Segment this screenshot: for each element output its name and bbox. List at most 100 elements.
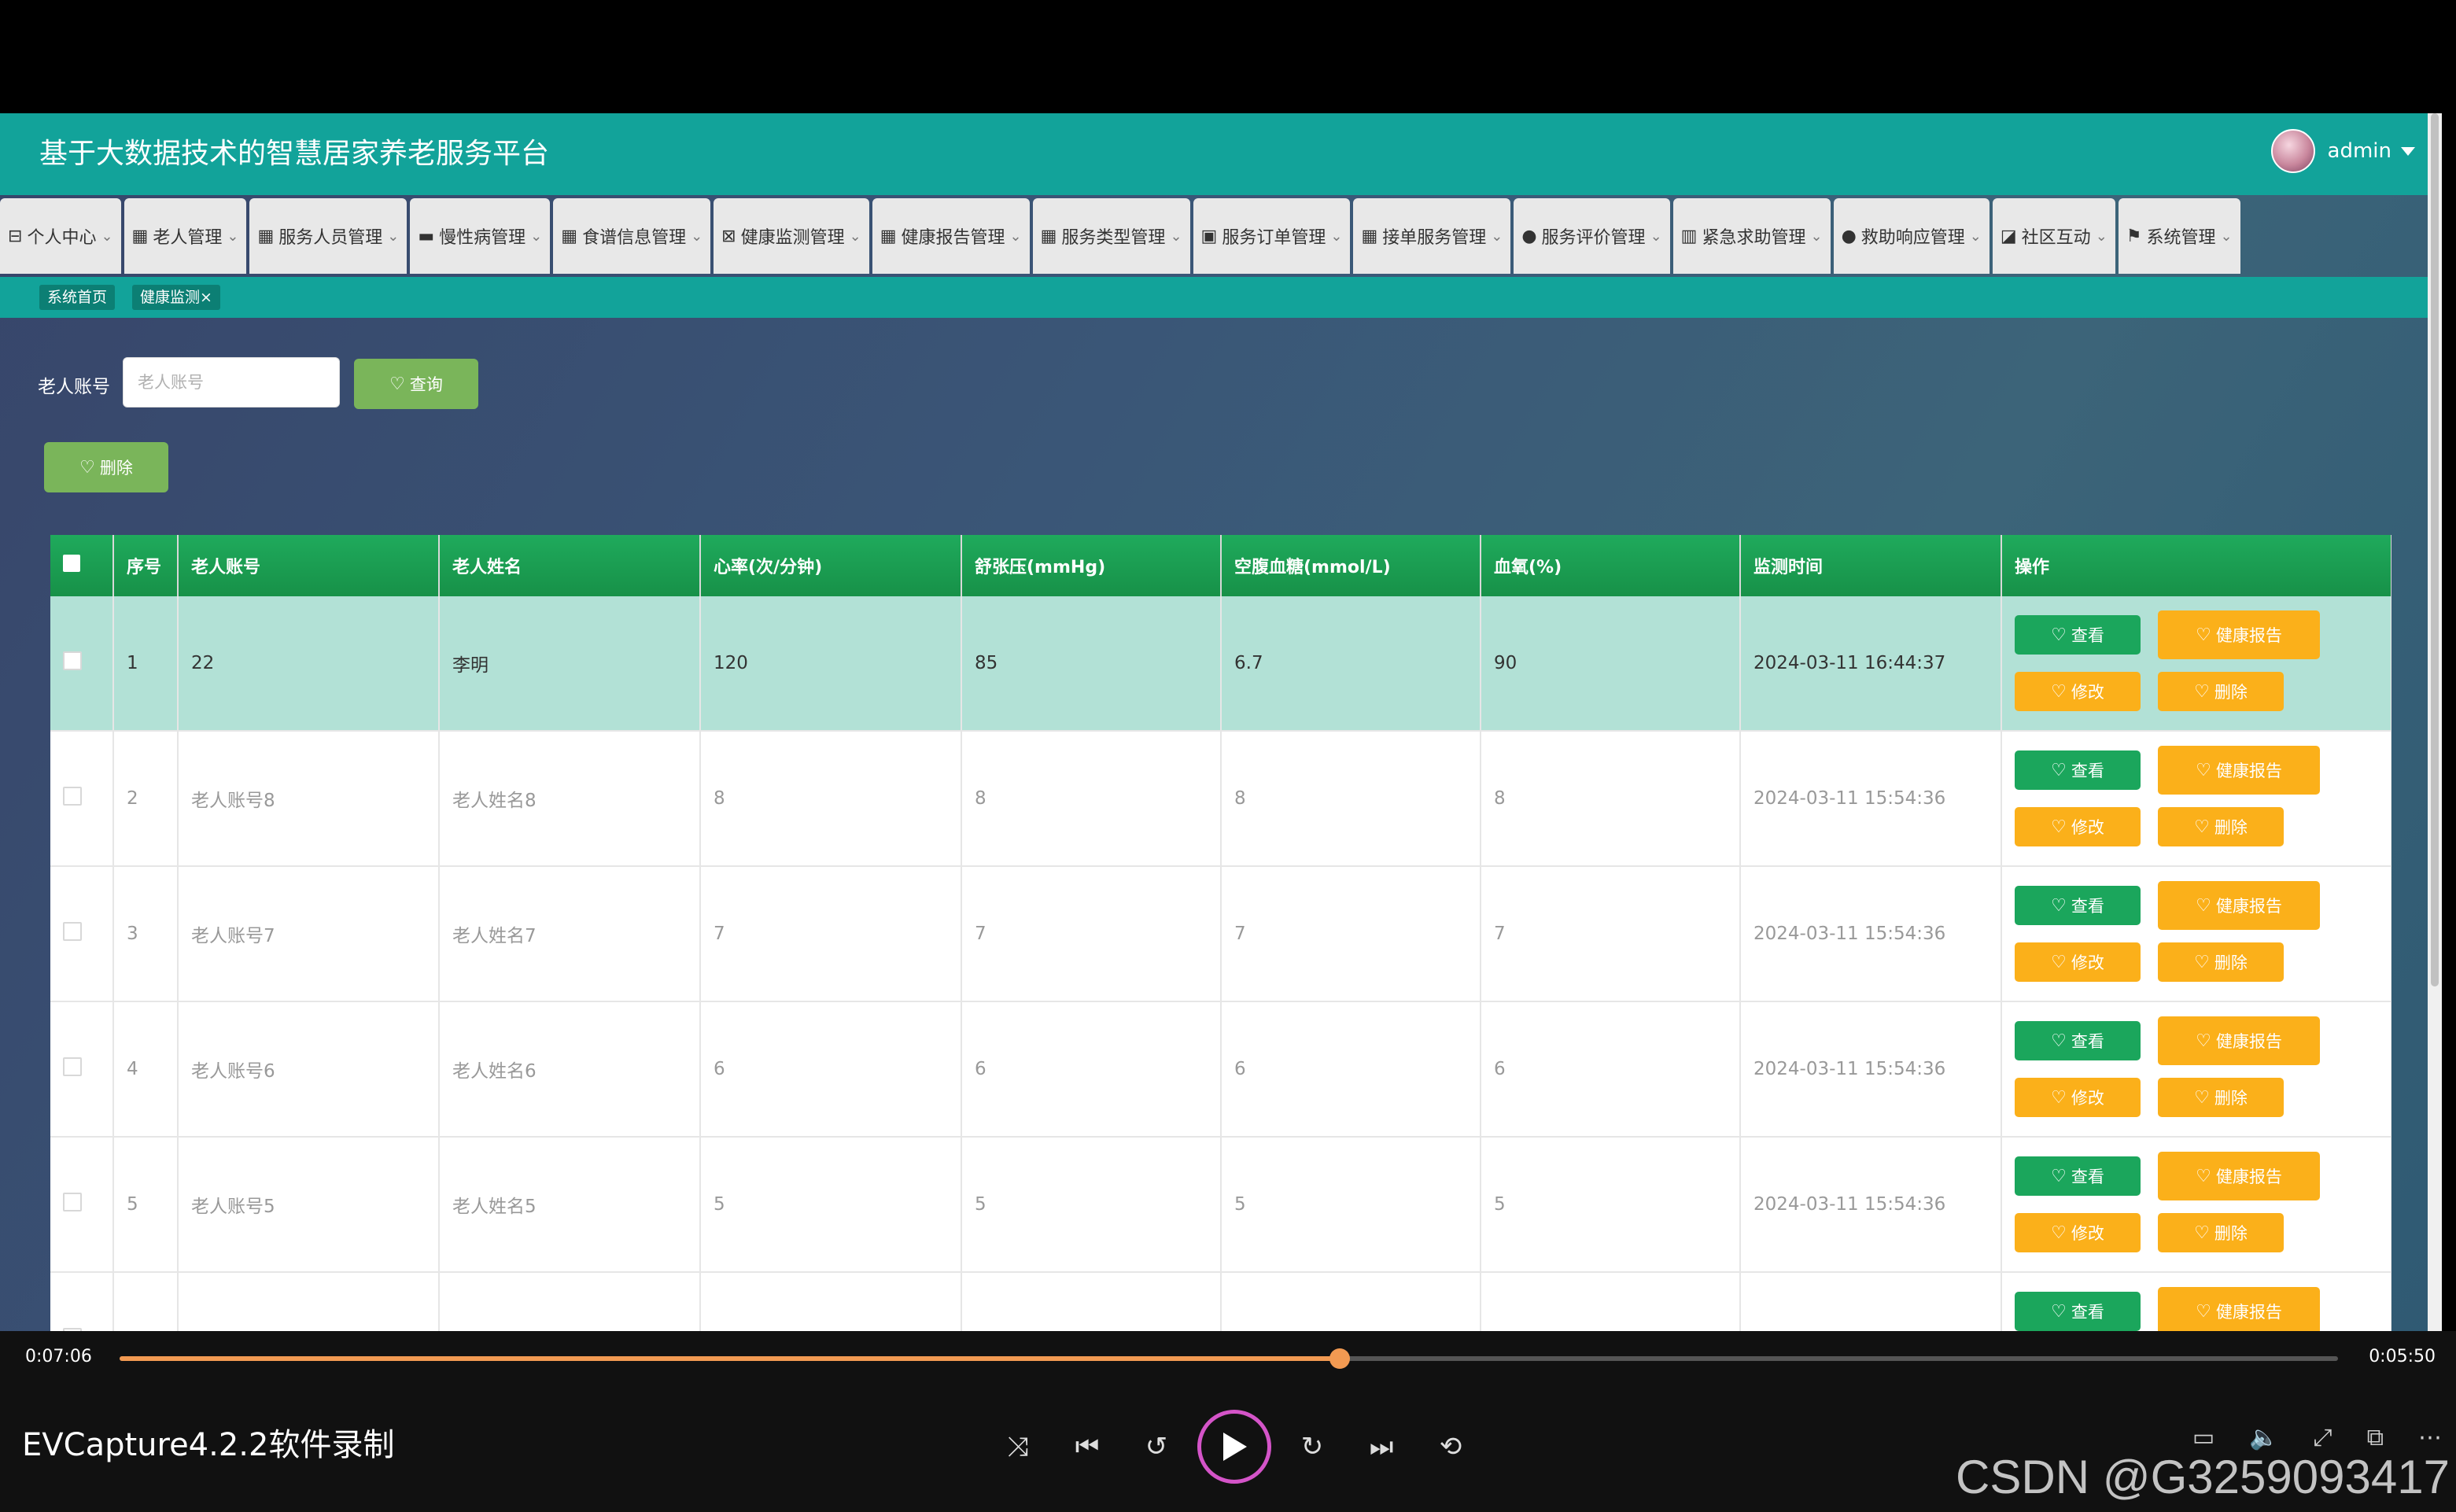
- row-checkbox[interactable]: [63, 651, 82, 670]
- menu-item-4[interactable]: ▦ 食谱信息管理 ⌄: [553, 198, 711, 274]
- menu-item-13[interactable]: ◪ 社区互动 ⌄: [1992, 198, 2115, 274]
- heart-icon: ♡: [79, 457, 95, 478]
- next-icon[interactable]: ⏭: [1347, 1412, 1416, 1481]
- forward-30-icon[interactable]: ↻: [1278, 1412, 1347, 1481]
- chevron-down-icon: ⌄: [1491, 227, 1503, 245]
- table-cell: 2024-03-11 16:44:37: [1740, 596, 2002, 732]
- menu-icon: ⊟: [8, 226, 23, 246]
- more-icon[interactable]: ⋯: [2418, 1424, 2442, 1451]
- view-label: 查看: [2071, 762, 2104, 780]
- table-row[interactable]: 6老人账号4老人姓名444442024-03-11 15:54:36♡查看♡健康…: [50, 1272, 2391, 1331]
- view-label: 查看: [2071, 1032, 2104, 1051]
- view-button[interactable]: ♡ 查看: [2015, 1156, 2141, 1196]
- edit-button[interactable]: ♡ 修改: [2015, 672, 2141, 711]
- menu-item-12[interactable]: ● 救助响应管理 ⌄: [1833, 198, 1990, 274]
- edit-button[interactable]: ♡ 修改: [2015, 1213, 2141, 1252]
- tab-health-monitor[interactable]: 健康监测×: [132, 285, 220, 310]
- health-report-button[interactable]: ♡ 健康报告: [2158, 881, 2320, 930]
- report-label: 健康报告: [2215, 1032, 2282, 1051]
- menu-item-11[interactable]: ▥ 紧急求助管理 ⌄: [1672, 198, 1831, 274]
- table-row[interactable]: 1 22 李明 120 85 6.7 90 2024-03-11 16:44:37 ♡ 查看 ♡ 健康…: [50, 596, 2391, 732]
- close-icon[interactable]: ×: [200, 289, 212, 306]
- delete-button[interactable]: ♡ 删除: [2158, 672, 2284, 711]
- table-row[interactable]: 3 老人账号7 老人姓名7 7 7 7 7 2024-03-11 15:54:36 ♡ 查看 ♡ 健康…: [50, 866, 2391, 1002]
- heart-icon: ♡: [2051, 952, 2067, 972]
- table-cell: 3: [113, 866, 179, 1002]
- column-header: 血氧(%): [1481, 535, 1741, 596]
- menu-item-9[interactable]: ▦ 接单服务管理 ⌄: [1353, 198, 1511, 274]
- chevron-down-icon: ⌄: [1650, 227, 1662, 245]
- view-button[interactable]: ♡ 查看: [2015, 615, 2141, 655]
- rewind-10-icon[interactable]: ↺: [1122, 1412, 1191, 1481]
- table-cell: 7: [1481, 866, 1741, 1002]
- row-checkbox[interactable]: [63, 787, 82, 806]
- menu-item-7[interactable]: ▦ 服务类型管理 ⌄: [1032, 198, 1190, 274]
- batch-delete-button[interactable]: ♡ 删除: [44, 442, 168, 492]
- edit-button[interactable]: ♡ 修改: [2015, 1078, 2141, 1117]
- menu-icon: ▦: [880, 226, 897, 246]
- scrollbar[interactable]: [2428, 113, 2442, 1331]
- view-button[interactable]: ♡ 查看: [2015, 750, 2141, 790]
- table-row[interactable]: 5 老人账号5 老人姓名5 5 5 5 5 2024-03-11 15:54:36 ♡ 查看 ♡ 健康…: [50, 1137, 2391, 1273]
- chevron-down-icon: ⌄: [387, 227, 400, 245]
- progress-knob[interactable]: [1329, 1348, 1350, 1369]
- row-select-cell: [50, 1272, 114, 1331]
- menu-item-1[interactable]: ▦ 老人管理 ⌄: [124, 198, 247, 274]
- row-checkbox[interactable]: [63, 1057, 82, 1076]
- query-button[interactable]: ♡ 查询: [354, 359, 478, 409]
- view-button[interactable]: ♡ 查看: [2015, 1021, 2141, 1060]
- shuffle-icon[interactable]: ⤨: [983, 1412, 1053, 1481]
- avatar[interactable]: [2270, 129, 2315, 173]
- table-cell: 4: [113, 1001, 179, 1138]
- select-all-checkbox[interactable]: [63, 555, 80, 572]
- fullscreen-icon[interactable]: ⤢: [2314, 1424, 2332, 1451]
- edit-button[interactable]: ♡ 修改: [2015, 807, 2141, 846]
- menu-item-2[interactable]: ▦ 服务人员管理 ⌄: [249, 198, 407, 274]
- tab-home[interactable]: 系统首页: [39, 285, 116, 310]
- view-button[interactable]: ♡ 查看: [2015, 886, 2141, 925]
- view-button[interactable]: ♡ 查看: [2015, 1292, 2141, 1331]
- row-select-cell: [50, 596, 114, 732]
- menu-item-label: 紧急求助管理: [1702, 228, 1806, 248]
- play-button[interactable]: [1197, 1410, 1271, 1484]
- search-input[interactable]: [123, 357, 340, 408]
- chevron-down-icon: ⌄: [2095, 227, 2108, 245]
- table-row[interactable]: 4 老人账号6 老人姓名6 6 6 6 6 2024-03-11 15:54:36 ♡ 查看 ♡ 健康…: [50, 1001, 2391, 1138]
- row-checkbox[interactable]: [63, 1193, 82, 1211]
- menu-item-14[interactable]: ⚑ 系统管理 ⌄: [2118, 198, 2240, 274]
- table-cell: 6: [113, 1272, 179, 1331]
- column-header: 空腹血糖(mmol/L): [1221, 535, 1481, 596]
- subtitles-icon[interactable]: ▭: [2192, 1424, 2214, 1451]
- health-report-button[interactable]: ♡ 健康报告: [2158, 1152, 2320, 1200]
- previous-icon[interactable]: ⏮: [1053, 1412, 1122, 1481]
- chevron-down-icon: ⌄: [227, 227, 239, 245]
- column-header: 序号: [113, 535, 179, 596]
- edit-button[interactable]: ♡ 修改: [2015, 942, 2141, 982]
- column-header: 老人账号: [178, 535, 440, 596]
- delete-button[interactable]: ♡ 删除: [2158, 1078, 2284, 1117]
- user-menu[interactable]: admin: [2270, 129, 2415, 173]
- table-row[interactable]: 2 老人账号8 老人姓名8 8 8 8 8 2024-03-11 15:54:36 ♡ 查看 ♡ 健康…: [50, 731, 2391, 867]
- menu-item-label: 系统管理: [2146, 228, 2216, 248]
- menu-item-3[interactable]: ▬ 慢性病管理 ⌄: [410, 198, 551, 274]
- caret-down-icon[interactable]: [2401, 146, 2415, 156]
- menu-item-0[interactable]: ⊟ 个人中心 ⌄: [0, 198, 121, 274]
- delete-button[interactable]: ♡ 删除: [2158, 1213, 2284, 1252]
- repeat-icon[interactable]: ⟲: [1416, 1412, 1485, 1481]
- row-checkbox[interactable]: [63, 922, 82, 941]
- scrollbar-thumb[interactable]: [2431, 113, 2439, 986]
- progress-track[interactable]: [120, 1348, 2338, 1369]
- health-report-button[interactable]: ♡ 健康报告: [2158, 1287, 2320, 1331]
- volume-icon[interactable]: 🔈: [2249, 1424, 2278, 1451]
- pip-icon[interactable]: ⧉: [2367, 1424, 2384, 1451]
- menu-item-8[interactable]: ▣ 服务订单管理 ⌄: [1193, 198, 1351, 274]
- menu-item-10[interactable]: ● 服务评价管理 ⌄: [1514, 198, 1670, 274]
- menu-item-5[interactable]: ⊠ 健康监测管理 ⌄: [714, 198, 869, 274]
- health-report-button[interactable]: ♡ 健康报告: [2158, 1016, 2320, 1065]
- username[interactable]: admin: [2328, 139, 2391, 163]
- delete-button[interactable]: ♡ 删除: [2158, 807, 2284, 846]
- menu-item-6[interactable]: ▦ 健康报告管理 ⌄: [872, 198, 1030, 274]
- health-report-button[interactable]: ♡ 健康报告: [2158, 746, 2320, 795]
- health-report-button[interactable]: ♡ 健康报告: [2158, 610, 2320, 659]
- delete-button[interactable]: ♡ 删除: [2158, 942, 2284, 982]
